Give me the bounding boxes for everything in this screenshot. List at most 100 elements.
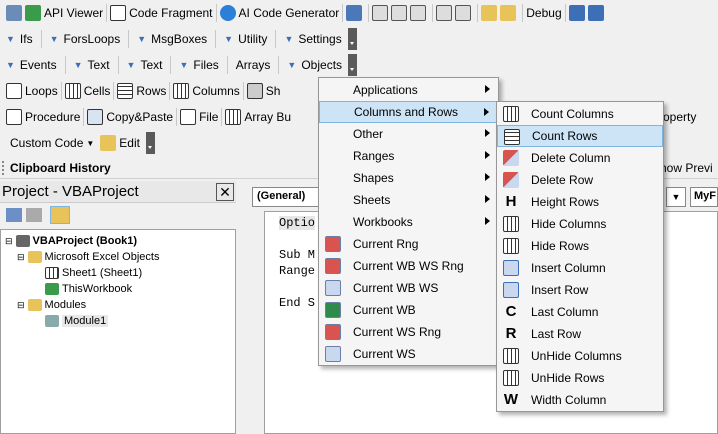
file-icon	[180, 109, 197, 125]
menu-item-delete-column[interactable]: Delete Column	[497, 147, 663, 169]
outdent-icon[interactable]	[455, 5, 472, 21]
binoculars-icon[interactable]	[6, 5, 22, 21]
ifs-menu[interactable]: Ifs	[20, 32, 33, 46]
indent-icon[interactable]	[436, 5, 453, 21]
view-object-icon[interactable]	[26, 208, 42, 222]
format-icon[interactable]	[372, 5, 389, 21]
toolbar-overflow[interactable]	[145, 132, 155, 154]
menu-item-hide-columns[interactable]: Hide Columns	[497, 213, 663, 235]
open-folder-icon[interactable]	[481, 5, 498, 21]
letter-r-icon: R	[505, 325, 517, 342]
window-icon[interactable]	[346, 5, 363, 21]
custom-code-menu[interactable]: Custom Code	[10, 136, 83, 150]
menu-item-columns-and-rows[interactable]: Columns and Rows	[319, 101, 498, 123]
settings-menu[interactable]: Settings	[298, 32, 341, 46]
cells-icon	[64, 83, 81, 99]
loops-button[interactable]: Loops	[25, 84, 58, 98]
view-code-icon[interactable]	[6, 208, 22, 222]
range-icon	[325, 324, 341, 340]
main-toolbar: API Viewer Code Fragment AI Code Generat…	[0, 0, 718, 26]
show-preview-label[interactable]: how Previ	[660, 161, 713, 175]
menu-item-other[interactable]: Other	[319, 123, 498, 145]
files-menu[interactable]: Files	[193, 58, 218, 72]
menu-item-insert-row[interactable]: Insert Row	[497, 279, 663, 301]
array-builder-button[interactable]: Array Bu	[244, 110, 291, 124]
menu-item-current-wb-ws[interactable]: Current WB WS	[319, 277, 498, 299]
toolbar-overflow[interactable]	[347, 28, 357, 50]
menu-item-workbooks[interactable]: Workbooks	[319, 211, 498, 233]
menu-item-shapes[interactable]: Shapes	[319, 167, 498, 189]
copy-paste-button[interactable]: Copy&Paste	[106, 110, 173, 124]
submenu-arrow-icon	[485, 151, 490, 159]
code-fragment-button[interactable]: Code Fragment	[129, 6, 212, 20]
msgboxes-menu[interactable]: MsgBoxes	[151, 32, 207, 46]
api-viewer-button[interactable]: API Viewer	[44, 6, 103, 20]
close-icon[interactable]: ✕	[216, 182, 234, 201]
file-button[interactable]: File	[199, 110, 218, 124]
forward-arrow-icon[interactable]	[587, 5, 604, 21]
arrays-menu[interactable]: Arrays	[236, 58, 271, 72]
procedure-button[interactable]: Procedure	[25, 110, 80, 124]
toggle-folders-icon[interactable]	[50, 206, 70, 224]
cells-button[interactable]: Cells	[84, 84, 111, 98]
menu-item-delete-row[interactable]: Delete Row	[497, 169, 663, 191]
sort-az-icon[interactable]	[391, 5, 408, 21]
utility-menu[interactable]: Utility	[238, 32, 267, 46]
menu-item-count-rows[interactable]: Count Rows	[497, 125, 663, 147]
tree-node-sheet1[interactable]: Sheet1 (Sheet1)	[45, 267, 142, 279]
edit-folder-icon	[100, 135, 117, 151]
menu-item-ranges[interactable]: Ranges	[319, 145, 498, 167]
menu-item-current-ws[interactable]: Current WS	[319, 343, 498, 365]
loops-icon	[6, 83, 22, 99]
events-menu[interactable]: Events	[20, 58, 57, 72]
grid-icon	[503, 348, 519, 364]
tree-node-module1[interactable]: Module1	[45, 315, 109, 327]
ai-code-generator-button[interactable]: AI Code Generator	[239, 6, 340, 20]
insert-icon	[503, 282, 519, 298]
text-menu-1[interactable]: Text	[88, 58, 110, 72]
menu-item-current-ws-rng[interactable]: Current WS Rng	[319, 321, 498, 343]
menu-item-width-column[interactable]: W Width Column	[497, 389, 663, 411]
grid-icon	[503, 216, 519, 232]
tree-node-vbaproject[interactable]: ⊟ VBAProject (Book1)	[5, 235, 137, 247]
menu-item-sheets[interactable]: Sheets	[319, 189, 498, 211]
tree-node-excel-objects[interactable]: ⊟ Microsoft Excel Objects	[17, 251, 159, 263]
array-icon	[225, 109, 242, 125]
menu-item-height-rows[interactable]: H Height Rows	[497, 191, 663, 213]
copy-paste-icon	[87, 109, 104, 125]
menu-item-current-wb[interactable]: Current WB	[319, 299, 498, 321]
forsloops-menu[interactable]: ForsLoops	[64, 32, 121, 46]
menu-item-unhide-columns[interactable]: UnHide Columns	[497, 345, 663, 367]
menu-item-last-row[interactable]: R Last Row	[497, 323, 663, 345]
objects-menu[interactable]: Objects	[301, 58, 342, 72]
menu-item-insert-column[interactable]: Insert Column	[497, 257, 663, 279]
folder-icon[interactable]	[500, 5, 517, 21]
submenu-arrow-icon	[485, 217, 490, 225]
menu-item-last-column[interactable]: C Last Column	[497, 301, 663, 323]
sheets-button[interactable]: Sh	[266, 84, 281, 98]
columns-button[interactable]: Columns	[192, 84, 239, 98]
submenu-arrow-icon	[485, 85, 490, 93]
menu-item-count-columns[interactable]: Count Columns	[497, 103, 663, 125]
menu-item-applications[interactable]: Applications	[319, 79, 498, 101]
back-arrow-icon[interactable]	[568, 5, 585, 21]
toolbar-overflow[interactable]	[348, 54, 358, 76]
chevron-down-icon[interactable]: ▼	[666, 187, 686, 207]
columns-rows-submenu: Count Columns Count Rows Delete Column Dele…	[496, 101, 664, 412]
text-menu-2[interactable]: Text	[140, 58, 162, 72]
menu-item-hide-rows[interactable]: Hide Rows	[497, 235, 663, 257]
delete-icon	[503, 172, 519, 188]
edit-button[interactable]: Edit	[119, 136, 140, 150]
sort-za-icon[interactable]	[410, 5, 427, 21]
rows-button[interactable]: Rows	[136, 84, 166, 98]
tree-node-thisworkbook[interactable]: ThisWorkbook	[45, 283, 132, 295]
tree-node-modules[interactable]: ⊟ Modules	[17, 299, 86, 311]
menu-item-unhide-rows[interactable]: UnHide Rows	[497, 367, 663, 389]
menu-item-current-rng[interactable]: Current Rng	[319, 233, 498, 255]
debug-button[interactable]: Debug	[526, 6, 561, 20]
range-icon	[325, 236, 341, 252]
project-icon	[15, 235, 30, 247]
property-fragment: roperty	[659, 110, 697, 124]
procedure-dropdown[interactable]: MyF	[690, 187, 718, 207]
menu-item-current-wb-ws-rng[interactable]: Current WB WS Rng	[319, 255, 498, 277]
